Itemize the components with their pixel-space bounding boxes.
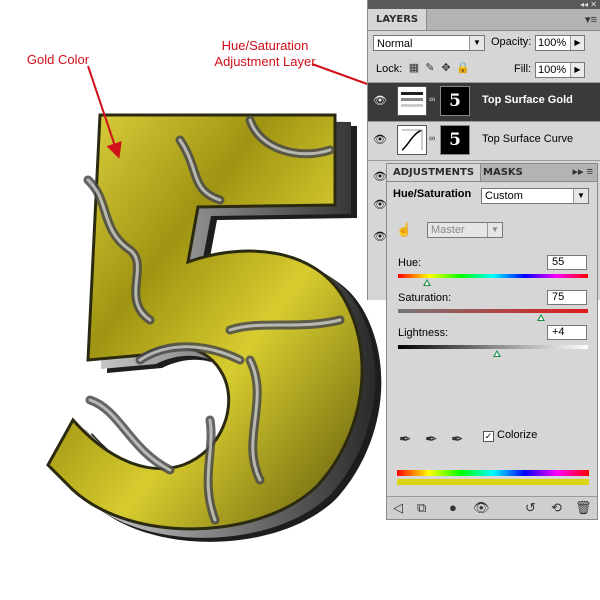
clip-to-layer-icon[interactable]: ●	[449, 500, 457, 515]
tab-masks[interactable]: MASKS	[477, 164, 529, 181]
layer-row-top-surface-curve[interactable]: 👁 ∞ 5 Top Surface Curve	[368, 121, 600, 160]
hue-saturation-thumbnail-icon	[397, 86, 427, 116]
hue-label: Hue:	[398, 257, 422, 269]
adjustment-title: Hue/Saturation	[393, 188, 472, 200]
gold-color-annotation: Gold Color	[26, 52, 90, 67]
lightness-label: Lightness:	[398, 327, 449, 339]
blend-mode-value: Normal	[377, 38, 413, 50]
saturation-slider-track[interactable]	[398, 309, 588, 313]
lightness-input[interactable]: +4	[547, 325, 587, 340]
adjustments-footer: ◁ ⧉ ● 👁 ↺ ⟲ 🗑	[387, 496, 597, 519]
eye-icon[interactable]: 👁	[371, 126, 389, 154]
blend-mode-select[interactable]: Normal ▼	[373, 35, 485, 51]
blend-row: Normal ▼ Opacity: 100% ▶	[368, 31, 600, 57]
visibility-eye-icon[interactable]: 👁	[473, 500, 490, 516]
saturation-input[interactable]: 75	[547, 290, 587, 305]
lock-all-icon[interactable]: 🔒	[456, 62, 470, 74]
panel-collapse-strip[interactable]: ◂◂ ✕	[368, 0, 600, 9]
eyedropper-minus-icon[interactable]: ✒	[451, 430, 464, 448]
chevron-down-icon[interactable]: ▼	[573, 189, 588, 203]
hue-slider-thumb[interactable]	[423, 279, 431, 286]
spectrum-bar-result	[397, 479, 589, 485]
back-arrow-icon[interactable]: ◁	[393, 500, 403, 516]
layer-mask-thumbnail[interactable]: 5	[440, 86, 470, 116]
tab-layers[interactable]: LAYERS	[368, 9, 428, 30]
reset-icon[interactable]: ⟲	[551, 500, 562, 516]
channel-value: Master	[431, 224, 465, 236]
opacity-label: Opacity:	[491, 36, 532, 48]
chevron-down-icon[interactable]: ▼	[469, 36, 484, 50]
chain-link-icon[interactable]: ∞	[429, 94, 435, 104]
saturation-slider-thumb[interactable]	[537, 314, 545, 321]
channel-select[interactable]: Master ▼	[427, 222, 503, 238]
adjustments-tabbar: ADJUSTMENTS MASKS ▸▸ ≡	[387, 164, 597, 182]
layer-name[interactable]: Top Surface Curve	[482, 133, 573, 145]
collapse-icon[interactable]: ◂◂ ✕	[580, 0, 597, 9]
lightness-slider-track[interactable]	[398, 345, 588, 349]
hue-slider-track[interactable]	[398, 274, 588, 278]
spectrum-bar-top	[397, 470, 589, 476]
hue-input[interactable]: 55	[547, 255, 587, 270]
preset-value: Custom	[485, 190, 523, 202]
layer-name[interactable]: Top Surface Gold	[482, 94, 573, 106]
eyedropper-icon[interactable]: ✒	[399, 430, 412, 448]
panel-menu-icon[interactable]: ▾≡	[585, 13, 597, 26]
saturation-label: Saturation:	[398, 292, 452, 304]
opacity-value: 100%	[538, 37, 567, 49]
lock-label: Lock:	[376, 63, 403, 75]
fill-label: Fill:	[514, 63, 532, 75]
expand-view-icon[interactable]: ⧉	[417, 500, 426, 516]
eyedropper-plus-icon[interactable]: ✒	[425, 430, 438, 448]
opacity-field[interactable]: 100% ▶	[535, 35, 585, 51]
colorize-label: Colorize	[497, 429, 538, 441]
lock-move-icon[interactable]: ✥	[440, 62, 452, 74]
targeted-adjustment-hand-icon[interactable]: ☝	[396, 222, 412, 238]
layers-tabbar: LAYERS ▾≡	[368, 9, 600, 31]
tab-adjustments[interactable]: ADJUSTMENTS	[387, 164, 482, 181]
chevron-down-icon[interactable]: ▼	[487, 223, 502, 237]
layer-mask-thumbnail[interactable]: 5	[440, 125, 470, 155]
colorize-checkbox[interactable]: ✓	[483, 431, 494, 442]
adjustments-panel: ADJUSTMENTS MASKS ▸▸ ≡ Hue/Saturation Cu…	[386, 163, 598, 520]
fill-field[interactable]: 100% ▶	[535, 62, 585, 78]
fill-arrow-icon[interactable]: ▶	[570, 63, 584, 77]
lightness-slider-thumb[interactable]	[493, 350, 501, 357]
preset-select[interactable]: Custom ▼	[481, 188, 589, 204]
layer-row-top-surface-gold[interactable]: 👁 ∞ 5 Top Surface Gold	[368, 82, 600, 121]
opacity-arrow-icon[interactable]: ▶	[570, 36, 584, 50]
panel-menu-icon[interactable]: ▸▸ ≡	[572, 165, 593, 178]
hue-saturation-annotation: Hue/Saturation Adjustment Layer	[200, 38, 330, 70]
curves-thumbnail-icon	[397, 125, 427, 155]
lock-brush-icon[interactable]: ✎	[424, 62, 436, 74]
fill-value: 100%	[538, 64, 567, 76]
lock-transparency-icon[interactable]: ▦	[408, 62, 420, 74]
lock-row: Lock: ▦ ✎ ✥ 🔒 Fill: 100% ▶	[368, 57, 600, 83]
eye-icon[interactable]: 👁	[371, 87, 389, 115]
trash-icon[interactable]: 🗑	[575, 500, 592, 516]
annotation-line2: Adjustment Layer	[214, 54, 316, 69]
previous-state-icon[interactable]: ↺	[525, 500, 536, 516]
chain-link-icon[interactable]: ∞	[429, 133, 435, 143]
annotation-line1: Hue/Saturation	[221, 38, 309, 53]
